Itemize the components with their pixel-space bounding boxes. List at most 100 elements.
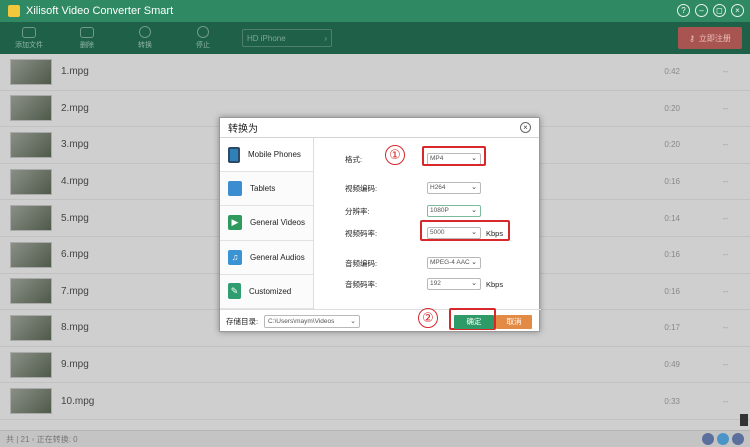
video-thumbnail bbox=[10, 205, 52, 232]
file-size: -- bbox=[722, 286, 728, 296]
audio-bitrate-label: 音频码率: bbox=[345, 279, 378, 289]
step-marker-2: ② bbox=[418, 308, 438, 328]
category-customized[interactable]: ✎ Customized bbox=[220, 274, 313, 309]
maximize-icon[interactable]: ◻ bbox=[713, 4, 726, 17]
facebook-icon[interactable] bbox=[702, 433, 714, 445]
video-thumbnail bbox=[10, 388, 52, 415]
format-highlight bbox=[422, 146, 486, 166]
resolution-select[interactable]: 1080P ⌄ bbox=[427, 205, 481, 217]
category-label: General Audios bbox=[250, 252, 305, 262]
category-label: Tablets bbox=[250, 184, 276, 194]
category-label: Mobile Phones bbox=[248, 150, 301, 160]
twitter-icon[interactable] bbox=[717, 433, 729, 445]
audio-codec-value: MPEG-4 AAC bbox=[430, 259, 470, 266]
file-name: 5.mpg bbox=[61, 212, 89, 224]
delete-label: 删除 bbox=[80, 41, 94, 49]
status-bar: 共 | 21 ◦ 正在转换: 0 bbox=[0, 430, 750, 447]
audio-codec-select[interactable]: MPEG-4 AAC ⌄ bbox=[427, 257, 481, 269]
file-duration: 0:33 bbox=[664, 396, 680, 406]
file-duration: 0:42 bbox=[664, 67, 680, 77]
video-codec-select[interactable]: H264 ⌄ bbox=[427, 182, 481, 194]
social-links bbox=[702, 433, 744, 445]
convert-to-dialog: 转换为 × Mobile Phones Tablets ▶ General Vi… bbox=[219, 117, 541, 333]
register-label: 立即注册 bbox=[698, 33, 731, 43]
stop-button[interactable]: 停止 bbox=[174, 22, 232, 54]
chevron-down-icon: ⌄ bbox=[471, 207, 477, 214]
video-thumbnail bbox=[10, 168, 52, 195]
category-tablets[interactable]: Tablets bbox=[220, 172, 313, 207]
minimize-icon[interactable]: – bbox=[695, 4, 708, 17]
output-folder-path: C:\Users\maym\Videos bbox=[268, 318, 335, 325]
convert-label: 转换 bbox=[138, 42, 152, 49]
close-icon[interactable]: × bbox=[731, 4, 744, 17]
video-thumbnail bbox=[10, 314, 52, 341]
resolution-label: 分辨率: bbox=[345, 206, 370, 216]
file-size: -- bbox=[722, 396, 728, 406]
file-size: -- bbox=[722, 360, 728, 370]
audio-bitrate-value: 192 bbox=[430, 280, 441, 287]
output-folder-label: 存储目录: bbox=[226, 317, 259, 326]
category-mobile-phones[interactable]: Mobile Phones bbox=[220, 138, 313, 173]
chevron-down-icon: ⌄ bbox=[471, 184, 477, 191]
output-folder-select[interactable]: C:\Users\maym\Videos ⌄ bbox=[264, 315, 360, 328]
chevron-down-icon: ⌄ bbox=[471, 280, 477, 287]
video-thumbnail bbox=[10, 95, 52, 122]
audio-codec-row: 音频编码: MPEG-4 AAC ⌄ bbox=[315, 256, 541, 270]
music-note-icon: ♫ bbox=[228, 249, 242, 265]
file-name: 9.mpg bbox=[61, 359, 89, 371]
convert-button[interactable]: 转换 bbox=[116, 22, 174, 54]
file-name: 3.mpg bbox=[61, 139, 89, 151]
video-thumbnail bbox=[10, 278, 52, 305]
file-duration: 0:16 bbox=[664, 250, 680, 260]
app-logo-icon bbox=[8, 5, 20, 17]
convert-icon bbox=[139, 26, 151, 38]
step-marker-1: ① bbox=[385, 145, 405, 165]
add-file-label: 添加文件 bbox=[15, 41, 43, 49]
chevron-down-icon: ⌄ bbox=[471, 259, 477, 266]
file-name: 7.mpg bbox=[61, 285, 89, 297]
audio-bitrate-select[interactable]: 192 ⌄ bbox=[427, 278, 481, 290]
tablet-icon bbox=[228, 181, 242, 197]
file-row[interactable]: 1.mpg 0:42 -- bbox=[0, 54, 750, 91]
ok-button[interactable]: 确定 bbox=[454, 314, 494, 329]
resolution-value: 1080P bbox=[430, 207, 449, 214]
audio-bitrate-unit: Kbps bbox=[486, 279, 504, 289]
category-label: Customized bbox=[249, 286, 292, 296]
video-thumbnail bbox=[10, 58, 52, 85]
scrollbar-handle[interactable] bbox=[740, 414, 748, 426]
category-general-audios[interactable]: ♫ General Audios bbox=[220, 240, 313, 275]
profile-select[interactable]: HD iPhone › bbox=[242, 29, 332, 47]
file-duration: 0:14 bbox=[664, 213, 680, 223]
help-icon[interactable]: ? bbox=[677, 4, 690, 17]
window-controls: ? – ◻ × bbox=[677, 4, 744, 17]
stop-icon bbox=[197, 26, 209, 38]
close-icon[interactable]: × bbox=[520, 122, 531, 133]
delete-button[interactable]: 删除 bbox=[58, 22, 116, 54]
dialog-footer: 存储目录: C:\Users\maym\Videos ⌄ ② 确定 取消 bbox=[220, 308, 541, 333]
title-bar: Xilisoft Video Converter Smart ? – ◻ × bbox=[0, 0, 750, 22]
share-icon[interactable] bbox=[732, 433, 744, 445]
video-thumbnail bbox=[10, 131, 52, 158]
resolution-row: 分辨率: 1080P ⌄ bbox=[315, 204, 541, 218]
dialog-title: 转换为 bbox=[228, 124, 258, 135]
format-label: 格式: bbox=[345, 154, 363, 164]
file-name: 4.mpg bbox=[61, 176, 89, 188]
file-size: -- bbox=[722, 177, 728, 187]
file-name: 10.mpg bbox=[61, 395, 95, 407]
category-general-videos[interactable]: ▶ General Videos bbox=[220, 206, 313, 241]
file-row[interactable]: 10.mpg 0:33 -- bbox=[0, 383, 750, 420]
general-video-icon: ▶ bbox=[228, 215, 242, 231]
file-name: 2.mpg bbox=[61, 102, 89, 114]
stop-label: 停止 bbox=[196, 42, 210, 49]
file-row[interactable]: 9.mpg 0:49 -- bbox=[0, 347, 750, 384]
register-button[interactable]: ⚷ 立即注册 bbox=[678, 27, 742, 49]
cancel-button[interactable]: 取消 bbox=[496, 314, 532, 329]
file-duration: 0:16 bbox=[664, 286, 680, 296]
toolbar: 添加文件 删除 转换 停止 HD iPhone › ⚷ 立即注册 bbox=[0, 22, 750, 54]
chevron-right-icon: › bbox=[324, 33, 327, 43]
delete-icon bbox=[80, 26, 94, 38]
file-size: -- bbox=[722, 213, 728, 223]
add-file-button[interactable]: 添加文件 bbox=[0, 22, 58, 54]
video-codec-value: H264 bbox=[430, 184, 446, 191]
mobile-phone-icon bbox=[228, 146, 240, 163]
